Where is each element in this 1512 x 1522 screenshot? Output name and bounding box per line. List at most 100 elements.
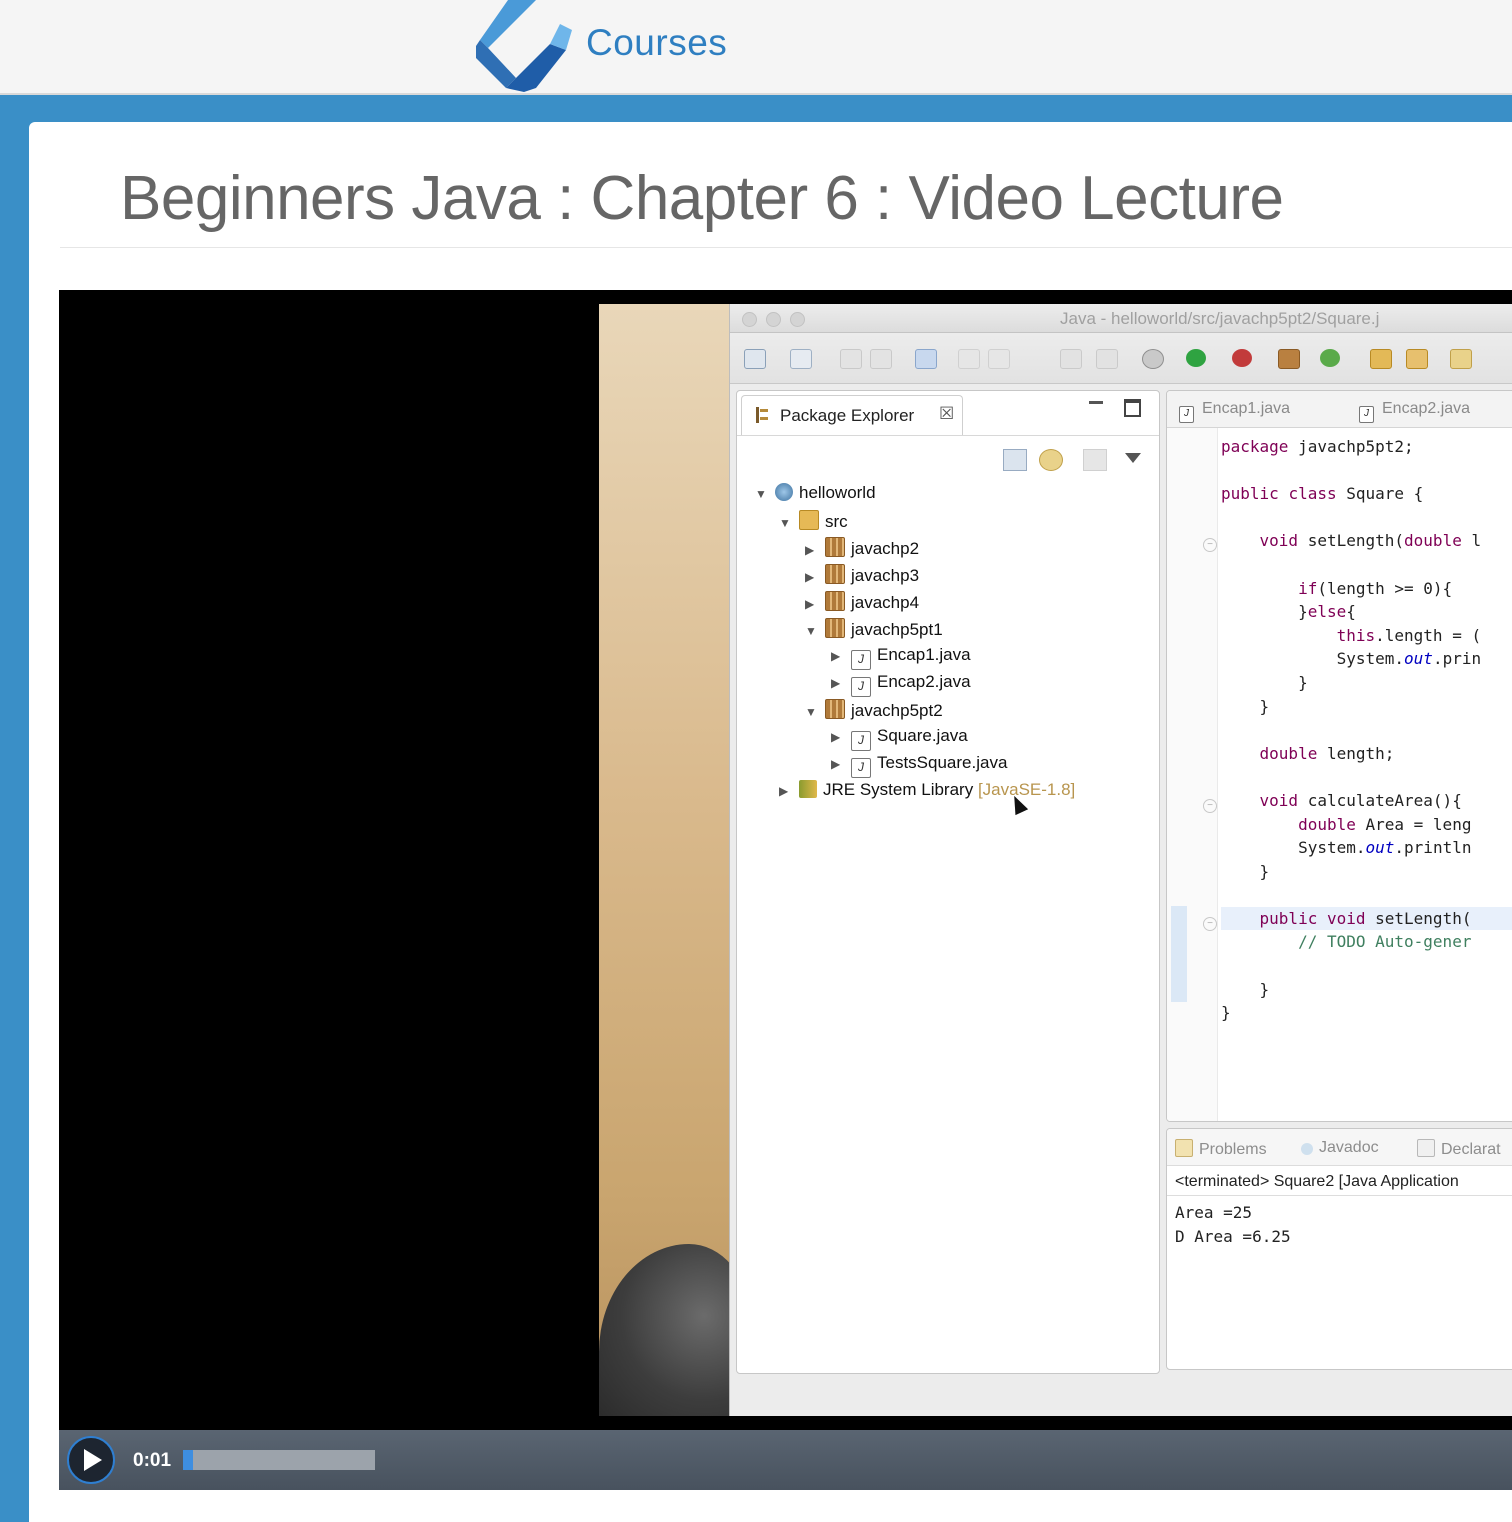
close-icon[interactable]: ☒ [939,404,954,424]
fold-toggle-icon[interactable]: − [1203,538,1217,552]
code-line[interactable] [1221,506,1512,530]
code-line[interactable]: if(length >= 0){ [1221,577,1512,601]
tree-item-label: JRE System Library [823,780,974,799]
columns-icon [1096,349,1118,369]
java-project-icon [775,483,793,501]
minimize-icon[interactable] [1089,401,1103,404]
code-line[interactable]: // TODO Auto-gener [1221,930,1512,954]
package-explorer-panel: Package Explorer ☒ ▼ helloworld ▼ src ▶ … [736,390,1160,1374]
open-folder-icon [1406,349,1428,369]
video-controls: 0:01 [59,1430,1512,1490]
debug-target-icon [915,349,937,369]
minimize-window-icon [766,312,781,327]
video-frame: Java - helloworld/src/javachp5pt2/Square… [599,304,1512,1416]
video-player[interactable]: Java - helloworld/src/javachp5pt2/Square… [59,290,1512,1490]
new-class-icon [1320,349,1340,367]
java-file-icon: J [1179,406,1194,423]
tab-javadoc[interactable]: Javadoc [1301,1139,1379,1157]
code-line[interactable]: package javachp5pt2; [1221,435,1512,459]
code-line[interactable]: } [1221,860,1512,884]
collapse-arrow-icon[interactable]: ▶ [805,543,817,557]
fold-toggle-icon[interactable]: − [1203,799,1217,813]
tree-item-javachp4[interactable]: ▶ javachp4 [805,591,919,617]
collapse-arrow-icon[interactable]: ▶ [805,597,817,611]
tree-item-javachp2[interactable]: ▶ javachp2 [805,537,919,563]
tree-item-javachp5pt1[interactable]: ▼ javachp5pt1 [805,618,943,644]
collapse-arrow-icon[interactable]: ▶ [831,757,843,771]
console-line: D Area =6.25 [1175,1227,1291,1246]
code-line[interactable]: void calculateArea(){ [1221,789,1512,813]
tree-item-encap2[interactable]: ▶ J Encap2.java [831,672,971,698]
collapse-arrow-icon[interactable]: ▶ [831,676,843,690]
tree-item-helloworld[interactable]: ▼ helloworld [755,483,876,509]
code-line[interactable]: double Area = leng [1221,813,1512,837]
code-line[interactable]: void setLength(double l [1221,529,1512,553]
collapse-arrow-icon[interactable]: ▶ [805,570,817,584]
tab-encap2[interactable]: J Encap2.java [1359,400,1470,423]
maximize-icon[interactable] [1124,399,1141,417]
tree-item-testssquare[interactable]: ▶ J TestsSquare.java [831,753,1007,779]
java-file-icon: J [1359,406,1374,423]
code-editor[interactable]: J Encap1.java J Encap2.java − − − package … [1166,390,1512,1122]
expand-arrow-icon[interactable]: ▼ [805,705,817,719]
page-title: Beginners Java : Chapter 6 : Video Lectu… [120,164,1284,233]
code-line[interactable]: } [1221,978,1512,1002]
code-line[interactable]: public class Square { [1221,482,1512,506]
focus-icon[interactable] [1083,449,1107,471]
code-line[interactable]: double length; [1221,742,1512,766]
code-line[interactable] [1221,553,1512,577]
java-file-icon: J [851,650,871,670]
code-line[interactable]: } [1221,671,1512,695]
package-icon [825,618,845,638]
tab-encap1[interactable]: J Encap1.java [1179,400,1290,423]
tree-item-label: javachp2 [851,539,920,558]
tree-item-encap1[interactable]: ▶ J Encap1.java [831,645,971,671]
code-line[interactable]: System.out.prin [1221,647,1512,671]
expand-arrow-icon[interactable]: ▼ [779,516,791,530]
tree-item-label: Encap1.java [877,645,971,664]
code-line[interactable]: }else{ [1221,600,1512,624]
code-line[interactable]: public void setLength( [1221,906,1512,931]
courses-logo-icon[interactable] [476,0,572,92]
code-line[interactable]: } [1221,695,1512,719]
tree-item-javachp3[interactable]: ▶ javachp3 [805,564,919,590]
tree-item-src[interactable]: ▼ src [779,510,848,536]
expand-arrow-icon[interactable]: ▼ [805,624,817,638]
expand-arrow-icon[interactable]: ▼ [755,487,767,501]
code-text[interactable]: package javachp5pt2; public class Square … [1221,435,1512,1025]
code-line[interactable] [1221,718,1512,742]
collapse-arrow-icon[interactable]: ▶ [779,784,791,798]
link-with-editor-icon[interactable] [1039,449,1063,471]
code-line[interactable] [1221,765,1512,789]
tab-problems[interactable]: Problems [1175,1139,1267,1159]
tree-item-label: helloworld [799,483,876,502]
new-file-icon [744,349,766,369]
collapse-arrow-icon[interactable]: ▶ [831,649,843,663]
progress-bar[interactable] [183,1450,375,1470]
fold-toggle-icon[interactable]: − [1203,917,1217,931]
tab-label: Problems [1199,1141,1267,1158]
console-line: Area =25 [1175,1203,1253,1222]
code-line[interactable] [1221,883,1512,907]
tree-item-jre-library[interactable]: ▶ JRE System Library [JavaSE-1.8] [779,780,1075,806]
tab-declaration[interactable]: Declarat [1417,1139,1501,1159]
close-window-icon [742,312,757,327]
collapse-all-icon[interactable] [1003,449,1027,471]
collapse-arrow-icon[interactable]: ▶ [831,730,843,744]
code-line[interactable] [1221,954,1512,978]
tree-item-javachp5pt2[interactable]: ▼ javachp5pt2 [805,699,943,725]
tab-label: Declarat [1441,1141,1501,1158]
package-icon [825,564,845,584]
code-line[interactable]: this.length = ( [1221,624,1512,648]
play-icon[interactable] [67,1436,115,1484]
save-icon [840,349,862,369]
code-line[interactable] [1221,459,1512,483]
link-icon [988,349,1010,369]
tree-item-label: javachp3 [851,566,920,585]
code-line[interactable]: } [1221,1001,1512,1025]
brand-name[interactable]: Courses [586,22,727,64]
view-menu-icon[interactable] [1125,453,1141,463]
code-line[interactable]: System.out.println [1221,836,1512,860]
tab-package-explorer[interactable]: Package Explorer ☒ [741,395,963,436]
tree-item-square[interactable]: ▶ J Square.java [831,726,968,752]
